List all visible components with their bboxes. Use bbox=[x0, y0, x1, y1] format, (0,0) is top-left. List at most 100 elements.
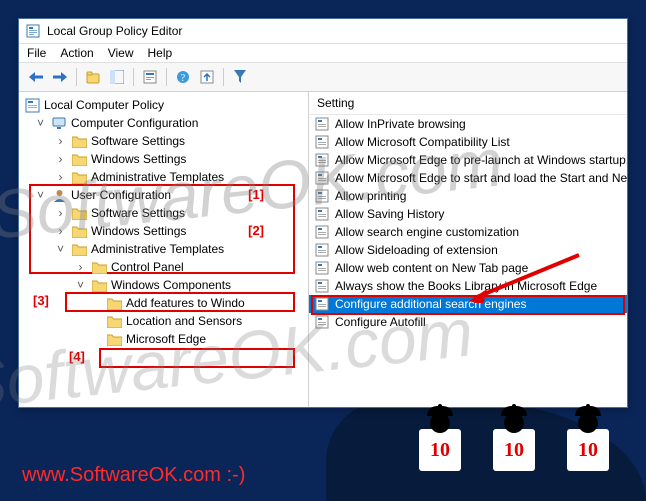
chevron-right-icon[interactable]: › bbox=[73, 260, 88, 275]
setting-icon bbox=[315, 171, 329, 185]
folder-icon bbox=[107, 315, 122, 328]
tree-label: Software Settings bbox=[91, 132, 185, 150]
tree-computer-config[interactable]: ˅ Computer Configuration bbox=[19, 114, 308, 132]
setting-label: Allow search engine customization bbox=[335, 225, 519, 239]
toolbar-separator bbox=[76, 68, 77, 86]
setting-icon bbox=[315, 279, 329, 293]
tree-cc-windows[interactable]: › Windows Settings bbox=[19, 150, 308, 168]
judge-score: 10 bbox=[567, 429, 609, 471]
setting-icon bbox=[315, 243, 329, 257]
menu-help[interactable]: Help bbox=[148, 46, 173, 60]
setting-label: Allow printing bbox=[335, 189, 406, 203]
menu-action[interactable]: Action bbox=[60, 46, 93, 60]
tree-label: Microsoft Edge bbox=[126, 330, 206, 348]
tree-windows-components[interactable]: ˅ Windows Components bbox=[19, 276, 308, 294]
setting-row[interactable]: Allow search engine customization bbox=[309, 223, 627, 241]
tree-control-panel[interactable]: › Control Panel bbox=[19, 258, 308, 276]
tree-add-features[interactable]: Add features to Windo bbox=[19, 294, 308, 312]
chevron-right-icon[interactable]: › bbox=[53, 206, 68, 221]
footer-url: www.SoftwareOK.com :-) bbox=[22, 464, 245, 487]
annotation-box bbox=[99, 348, 295, 368]
setting-icon bbox=[315, 135, 329, 149]
menu-view[interactable]: View bbox=[108, 46, 134, 60]
tree-label: Control Panel bbox=[111, 258, 184, 276]
setting-label: Allow web content on New Tab page bbox=[335, 261, 528, 275]
setting-label: Allow Sideloading of extension bbox=[335, 243, 498, 257]
folder-icon bbox=[107, 297, 122, 310]
tree-uc-admin[interactable]: ˅ Administrative Templates bbox=[19, 240, 308, 258]
setting-icon bbox=[315, 261, 329, 275]
chevron-right-icon[interactable]: › bbox=[53, 134, 68, 149]
folder-icon bbox=[72, 135, 87, 148]
tree-uc-windows[interactable]: › Windows Settings [2] bbox=[19, 222, 308, 240]
help-button[interactable]: ? bbox=[172, 66, 194, 88]
judge-figures: 10 10 10 bbox=[412, 413, 616, 471]
setting-icon bbox=[315, 297, 329, 311]
judge-head-icon bbox=[504, 413, 524, 433]
tree-microsoft-edge[interactable]: Microsoft Edge bbox=[19, 330, 308, 348]
back-button[interactable] bbox=[25, 66, 47, 88]
column-header-setting[interactable]: Setting bbox=[309, 92, 627, 115]
setting-row[interactable]: Configure Autofill bbox=[309, 313, 627, 331]
tree-location-sensors[interactable]: Location and Sensors bbox=[19, 312, 308, 330]
filter-button[interactable] bbox=[229, 66, 251, 88]
setting-row[interactable]: Always show the Books Library in Microso… bbox=[309, 277, 627, 295]
setting-label: Allow InPrivate browsing bbox=[335, 117, 466, 131]
setting-row[interactable]: Allow Microsoft Edge to pre-launch at Wi… bbox=[309, 151, 627, 169]
annotation-1: [1] bbox=[248, 186, 264, 204]
chevron-right-icon[interactable]: › bbox=[53, 152, 68, 167]
gpedit-window: Local Group Policy Editor File Action Vi… bbox=[18, 18, 628, 408]
setting-label: Allow Microsoft Edge to pre-launch at Wi… bbox=[335, 153, 627, 167]
setting-icon bbox=[315, 207, 329, 221]
setting-row[interactable]: Allow printing bbox=[309, 187, 627, 205]
properties-button[interactable] bbox=[139, 66, 161, 88]
setting-row[interactable]: Allow web content on New Tab page bbox=[309, 259, 627, 277]
toolbar: ? bbox=[19, 63, 627, 92]
tree-label: Administrative Templates bbox=[91, 168, 224, 186]
chevron-right-icon[interactable]: › bbox=[53, 170, 68, 185]
setting-icon bbox=[315, 225, 329, 239]
setting-label: Always show the Books Library in Microso… bbox=[335, 279, 597, 293]
tree-cc-software[interactable]: › Software Settings bbox=[19, 132, 308, 150]
tree-label: Windows Settings bbox=[91, 222, 186, 240]
setting-row[interactable]: Allow Microsoft Compatibility List bbox=[309, 133, 627, 151]
tree-label: Windows Components bbox=[111, 276, 231, 294]
tree-label: Add features to Windo bbox=[126, 294, 245, 312]
chevron-right-icon[interactable]: › bbox=[53, 224, 68, 239]
chevron-down-icon[interactable]: ˅ bbox=[33, 188, 48, 203]
tree-pane[interactable]: Local Computer Policy ˅ Computer Configu… bbox=[19, 92, 309, 407]
tree-label: Administrative Templates bbox=[91, 240, 224, 258]
tree-label: User Configuration bbox=[71, 186, 171, 204]
tree-uc-software[interactable]: › Software Settings bbox=[19, 204, 308, 222]
export-button[interactable] bbox=[196, 66, 218, 88]
tree-user-config[interactable]: ˅ User Configuration [1] bbox=[19, 186, 308, 204]
chevron-down-icon[interactable]: ˅ bbox=[73, 278, 88, 293]
setting-label: Configure additional search engines bbox=[335, 297, 526, 311]
show-hide-tree-button[interactable] bbox=[106, 66, 128, 88]
chevron-down-icon[interactable]: ˅ bbox=[53, 242, 68, 257]
menu-file[interactable]: File bbox=[27, 46, 46, 60]
folder-icon bbox=[72, 243, 87, 256]
folder-icon bbox=[72, 207, 87, 220]
settings-list[interactable]: Allow InPrivate browsing Allow Microsoft … bbox=[309, 115, 627, 407]
forward-button[interactable] bbox=[49, 66, 71, 88]
judge-figure: 10 bbox=[560, 413, 616, 471]
folder-icon bbox=[92, 261, 107, 274]
tree-root[interactable]: Local Computer Policy bbox=[19, 96, 308, 114]
tree-label: Location and Sensors bbox=[126, 312, 242, 330]
setting-icon bbox=[315, 153, 329, 167]
tree-cc-admin[interactable]: › Administrative Templates bbox=[19, 168, 308, 186]
setting-icon bbox=[315, 189, 329, 203]
chevron-down-icon[interactable]: ˅ bbox=[33, 116, 48, 131]
setting-row[interactable]: Configure additional search engines bbox=[309, 295, 627, 313]
setting-label: Allow Microsoft Edge to start and load t… bbox=[335, 171, 627, 185]
judge-figure: 10 bbox=[412, 413, 468, 471]
tree-label: Computer Configuration bbox=[71, 114, 198, 132]
titlebar[interactable]: Local Group Policy Editor bbox=[19, 19, 627, 44]
setting-row[interactable]: Allow Sideloading of extension bbox=[309, 241, 627, 259]
up-button[interactable] bbox=[82, 66, 104, 88]
setting-row[interactable]: Allow InPrivate browsing bbox=[309, 115, 627, 133]
setting-row[interactable]: Allow Microsoft Edge to start and load t… bbox=[309, 169, 627, 187]
setting-row[interactable]: Allow Saving History bbox=[309, 205, 627, 223]
window-title: Local Group Policy Editor bbox=[47, 24, 182, 38]
